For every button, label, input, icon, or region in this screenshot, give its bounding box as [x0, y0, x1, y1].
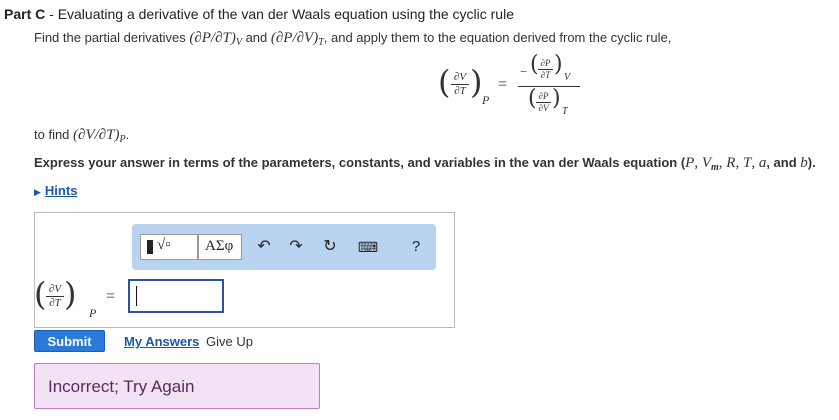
minus-sign: −: [520, 64, 528, 79]
instruction-part-1: Find the partial derivatives: [34, 30, 190, 45]
answer-equals-sign: =: [106, 288, 116, 305]
find-prefix: to find: [34, 127, 74, 142]
cyclic-rule-equation: ( ∂V ∂T ) P = − ( ∂P ∂T ) V ( ∂P ∂V ) T: [438, 52, 588, 118]
greek-symbols-label: ΑΣφ: [205, 238, 234, 254]
undo-icon[interactable]: ↶: [252, 234, 276, 260]
template-block-icon: [147, 240, 153, 254]
answer-lhs: ( ∂V ∂T ) P =: [34, 275, 116, 320]
dVdT-expression: (∂V/∂T): [73, 127, 120, 143]
rhs-top-subscript: V: [564, 72, 571, 83]
and-text: , and: [766, 155, 801, 170]
instruction-part-3: , and apply them to the equation derived…: [323, 30, 672, 45]
answer-lhs-denominator: ∂T: [49, 297, 61, 309]
left-paren: (: [438, 63, 451, 101]
instruction-part-2: and: [241, 30, 271, 45]
instruction-text: Find the partial derivatives (∂P/∂T)V an…: [34, 30, 671, 48]
rhs-top-denominator: ∂T: [540, 70, 551, 80]
feedback-banner: Incorrect; Try Again: [34, 363, 320, 409]
bottom-right-paren: ): [552, 86, 561, 111]
var-Vm-subscript: m: [711, 162, 719, 173]
express-instruction: Express your answer in terms of the para…: [34, 155, 816, 173]
right-paren: ): [470, 63, 483, 101]
submit-button[interactable]: Submit: [34, 330, 105, 352]
rhs-bottom-fraction: ∂P ∂V: [536, 92, 551, 113]
dPdT-expression: (∂P/∂T): [189, 30, 236, 46]
part-label: Part C: [4, 6, 46, 22]
template-square-root-icon: √▫: [157, 237, 171, 253]
reset-icon[interactable]: ↻: [318, 234, 342, 260]
top-right-paren: ): [554, 52, 563, 77]
answer-input[interactable]: [128, 279, 224, 313]
express-prefix: Express your answer in terms of the para…: [34, 155, 686, 170]
lhs-fraction: ∂V ∂T: [451, 72, 469, 97]
right-paren: ): [64, 275, 77, 313]
part-title-text: Evaluating a derivative of the van der W…: [57, 6, 514, 22]
rhs-fraction: − ( ∂P ∂T ) V ( ∂P ∂V ) T: [518, 52, 588, 118]
give-up-link[interactable]: Give Up: [206, 334, 253, 349]
find-text: to find (∂V/∂T)P.: [34, 127, 129, 145]
lhs-numerator: ∂V: [453, 71, 467, 83]
var-P: P: [685, 155, 695, 171]
rhs-top-numerator: ∂P: [540, 58, 551, 68]
comma: ,: [735, 155, 743, 171]
rhs-top-fraction: ∂P ∂T: [538, 59, 553, 80]
part-title: Part C - Evaluating a derivative of the …: [4, 6, 514, 22]
find-suffix: .: [125, 127, 130, 142]
lhs-denominator: ∂T: [454, 85, 466, 97]
feedback-message: Incorrect; Try Again: [48, 377, 195, 396]
rhs-bottom-denominator: ∂V: [538, 103, 549, 113]
equals-sign: =: [498, 76, 508, 93]
redo-icon[interactable]: ↷: [284, 234, 308, 260]
dPdV-expression: (∂P/∂V): [270, 30, 319, 46]
math-toolbar: √▫ ΑΣφ ↶ ↷ ↻ ⌨ ?: [132, 224, 436, 270]
answer-lhs-fraction: ∂V ∂T: [46, 284, 64, 309]
var-Vm: V: [701, 155, 712, 171]
answer-lhs-numerator: ∂V: [48, 283, 62, 295]
hints-link[interactable]: Hints: [45, 183, 78, 198]
rhs-bottom-numerator: ∂P: [538, 91, 549, 101]
lhs-subscript: P: [482, 93, 490, 107]
greek-symbols-button[interactable]: ΑΣφ: [198, 234, 242, 260]
keyboard-icon[interactable]: ⌨: [356, 234, 380, 260]
var-b: b: [800, 155, 808, 171]
templates-button[interactable]: √▫: [140, 234, 198, 260]
rhs-bottom-subscript: T: [562, 106, 568, 117]
caret-right-icon: ▶: [34, 187, 41, 197]
text-cursor: [136, 286, 137, 306]
express-suffix: ).: [807, 155, 816, 170]
hints-toggle[interactable]: ▶ Hints: [34, 183, 77, 198]
help-button[interactable]: ?: [404, 234, 428, 260]
my-answers-link[interactable]: My Answers: [124, 334, 199, 349]
comma: ,: [751, 155, 759, 171]
left-paren: (: [34, 275, 47, 313]
comma: ,: [694, 155, 702, 171]
part-separator: -: [45, 6, 58, 22]
answer-lhs-subscript: P: [89, 306, 97, 320]
